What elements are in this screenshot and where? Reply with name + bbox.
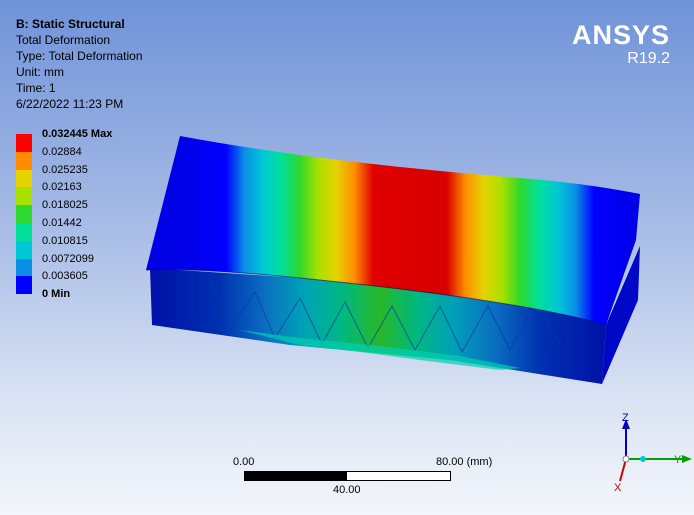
scale-bar-frame	[244, 471, 451, 481]
z-axis-label: Z	[622, 412, 629, 424]
scale-start-label: 0.00	[233, 456, 255, 468]
scale-end-label: 80.00 (mm)	[436, 456, 493, 468]
deformed-model-view[interactable]	[0, 0, 694, 515]
axis-triad[interactable]: Z Y X	[600, 405, 694, 495]
scale-bar-fill	[245, 472, 347, 480]
scale-mid-label: 40.00	[333, 484, 361, 496]
triad-cyan-dot	[640, 456, 646, 462]
x-axis-label: X	[614, 482, 622, 494]
triad-origin	[622, 455, 630, 463]
y-axis-label: Y	[674, 454, 682, 466]
y-axis-arrow	[682, 455, 692, 463]
